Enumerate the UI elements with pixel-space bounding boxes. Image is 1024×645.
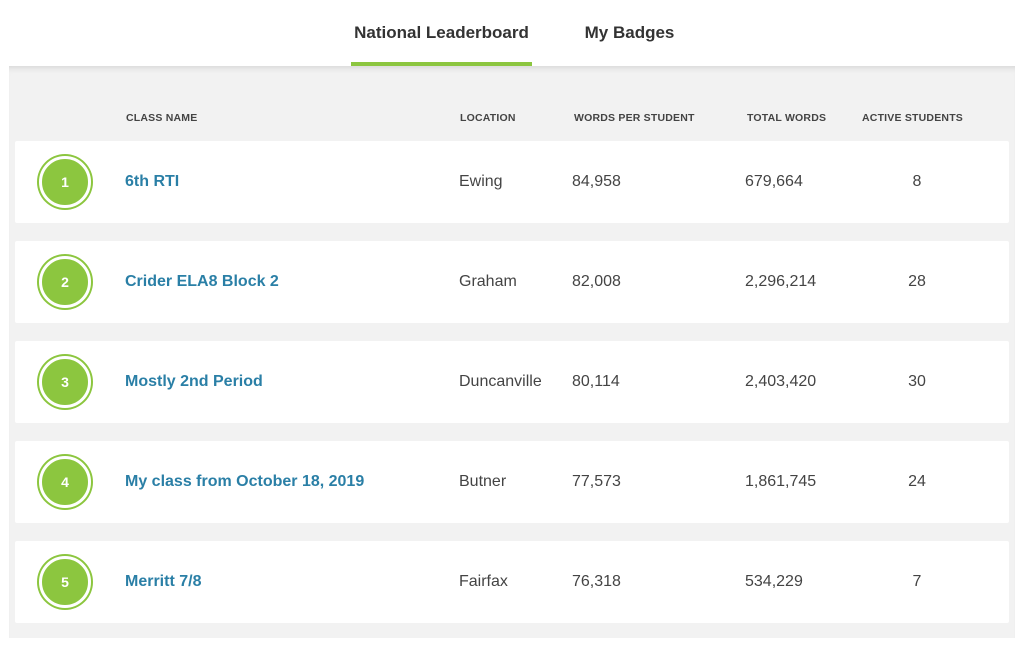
class-name-link[interactable]: 6th RTI bbox=[125, 141, 179, 223]
location-cell: Butner bbox=[459, 473, 507, 490]
table-row: 1 6th RTI Ewing 84,958 679,664 8 bbox=[15, 141, 1009, 223]
total-words-cell: 2,296,214 bbox=[745, 273, 817, 290]
column-header-words-per-student: WORDS PER STUDENT bbox=[574, 112, 695, 124]
active-students-cell: 7 bbox=[912, 573, 922, 590]
rank-badge: 2 bbox=[39, 256, 91, 308]
words-per-student-cell: 77,573 bbox=[572, 473, 621, 490]
table-header: CLASS NAME LOCATION WORDS PER STUDENT TO… bbox=[9, 66, 1015, 141]
words-per-student-cell: 82,008 bbox=[572, 273, 621, 290]
column-header-active-students: ACTIVE STUDENTS bbox=[862, 112, 964, 124]
leaderboard-panel: CLASS NAME LOCATION WORDS PER STUDENT TO… bbox=[9, 66, 1015, 638]
tab-bar: National Leaderboard My Badges bbox=[0, 0, 1024, 66]
total-words-cell: 679,664 bbox=[745, 173, 803, 190]
total-words-cell: 534,229 bbox=[745, 573, 803, 590]
location-cell: Duncanville bbox=[459, 373, 542, 390]
table-row: 2 Crider ELA8 Block 2 Graham 82,008 2,29… bbox=[15, 241, 1009, 323]
tab-national-leaderboard[interactable]: National Leaderboard bbox=[351, 0, 532, 66]
active-students-cell: 30 bbox=[908, 373, 926, 390]
table-row: 5 Merritt 7/8 Fairfax 76,318 534,229 7 bbox=[15, 541, 1009, 623]
rank-badge: 5 bbox=[39, 556, 91, 608]
location-cell: Fairfax bbox=[459, 573, 508, 590]
rank-badge: 1 bbox=[39, 156, 91, 208]
table-row: 4 My class from October 18, 2019 Butner … bbox=[15, 441, 1009, 523]
total-words-cell: 1,861,745 bbox=[745, 473, 817, 490]
class-name-link[interactable]: Mostly 2nd Period bbox=[125, 341, 263, 423]
tab-my-badges[interactable]: My Badges bbox=[584, 0, 675, 66]
column-header-class-name: CLASS NAME bbox=[126, 112, 198, 124]
total-words-cell: 2,403,420 bbox=[745, 373, 817, 390]
rank-badge: 3 bbox=[39, 356, 91, 408]
words-per-student-cell: 76,318 bbox=[572, 573, 621, 590]
rank-badge: 4 bbox=[39, 456, 91, 508]
words-per-student-cell: 84,958 bbox=[572, 173, 621, 190]
location-cell: Graham bbox=[459, 273, 517, 290]
active-students-cell: 8 bbox=[912, 173, 922, 190]
table-row: 3 Mostly 2nd Period Duncanville 80,114 2… bbox=[15, 341, 1009, 423]
words-per-student-cell: 80,114 bbox=[572, 373, 620, 390]
class-name-link[interactable]: Merritt 7/8 bbox=[125, 541, 201, 623]
column-header-total-words: TOTAL WORDS bbox=[747, 112, 827, 124]
class-name-link[interactable]: Crider ELA8 Block 2 bbox=[125, 241, 279, 323]
active-students-cell: 24 bbox=[908, 473, 926, 490]
class-name-link[interactable]: My class from October 18, 2019 bbox=[125, 441, 364, 523]
location-cell: Ewing bbox=[459, 173, 503, 190]
column-header-location: LOCATION bbox=[460, 112, 516, 124]
active-students-cell: 28 bbox=[908, 273, 926, 290]
